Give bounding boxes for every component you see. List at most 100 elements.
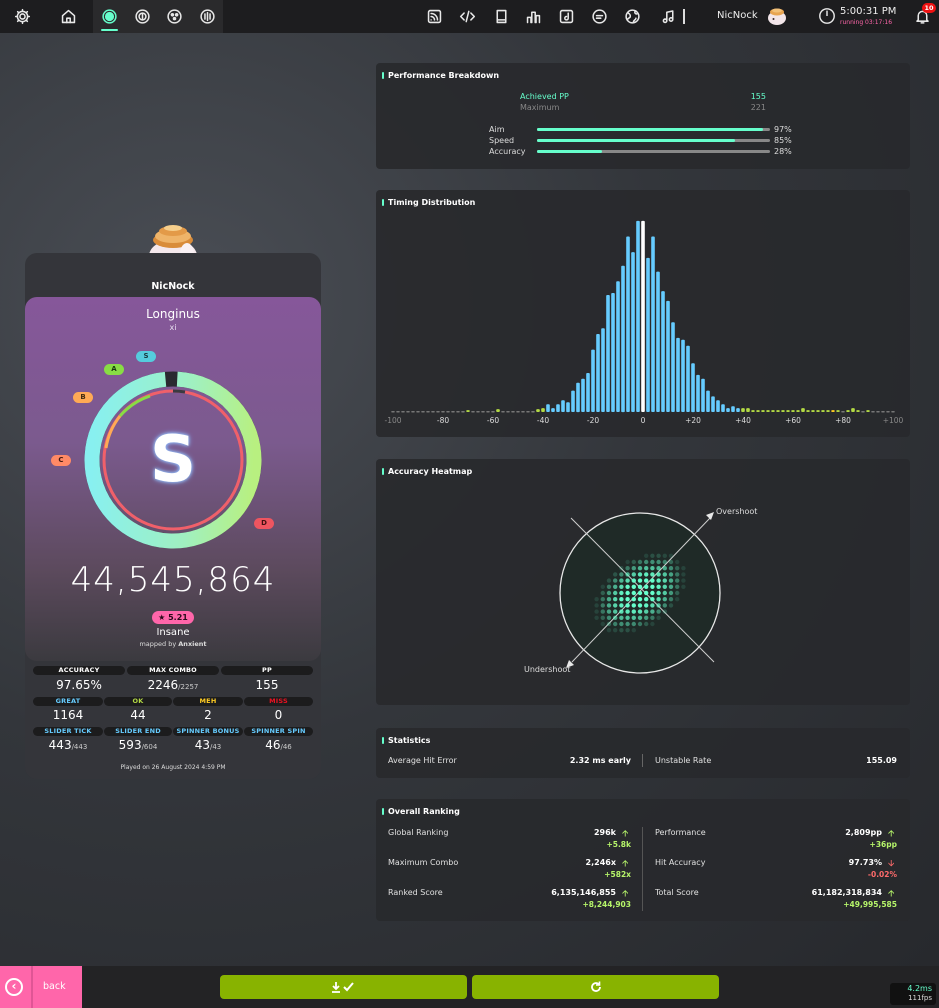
taiko-ruleset-icon[interactable] <box>126 0 159 33</box>
heatmap-dot <box>637 615 643 620</box>
histogram-bar <box>826 410 830 412</box>
heatmap-dot <box>662 609 667 614</box>
bottom-bar: ‹ back 4.2ms 111fps <box>0 966 939 1008</box>
heatmap-dot <box>675 590 680 596</box>
heatmap-dot <box>675 578 680 583</box>
rank-badge-s: S <box>136 351 156 362</box>
dev-icon[interactable] <box>451 0 484 33</box>
chat-icon[interactable] <box>583 0 616 33</box>
histogram-bar <box>886 411 890 413</box>
clock-time[interactable]: 5:00:31 PM <box>840 6 896 17</box>
rankings-icon[interactable] <box>517 0 550 33</box>
heatmap-dot <box>656 603 661 608</box>
max-combo-label: Maximum Combo <box>388 858 459 867</box>
heatmap-dot <box>668 603 674 608</box>
wiki-icon[interactable] <box>485 0 518 33</box>
toolbar-avatar[interactable] <box>765 4 789 28</box>
heatmap-dot <box>619 590 624 596</box>
fps-value: 111fps <box>908 994 932 1002</box>
beatmap-listing-icon[interactable] <box>550 0 583 33</box>
heatmap-dot <box>613 578 618 583</box>
rank-badge-a: A <box>104 364 124 375</box>
heatmap-dot <box>644 603 649 608</box>
x-tick-label: +100 <box>883 416 904 425</box>
player-name[interactable]: NicNock <box>25 281 321 292</box>
heatmap-dot <box>631 609 636 614</box>
histogram-bar <box>616 281 620 412</box>
heatmap-dot <box>594 597 599 602</box>
histogram-bar <box>716 400 720 412</box>
heatmap-dot <box>631 578 636 583</box>
clock-icon[interactable] <box>818 7 836 25</box>
mapped-by-label: mapped by <box>139 640 177 648</box>
stat-value-slider-end: 593/604 <box>104 738 172 752</box>
histogram-bar <box>761 410 765 412</box>
heatmap-dot <box>606 578 612 583</box>
histogram-bar <box>651 236 655 412</box>
histogram-bar <box>681 339 685 412</box>
histogram-bar <box>536 409 540 412</box>
heatmap-dot <box>644 578 649 583</box>
histogram-bar <box>771 410 775 412</box>
rank-badge-b: B <box>73 392 93 403</box>
max-combo-total: /2257 <box>178 683 199 691</box>
achieved-pp-value: 155 <box>750 92 766 101</box>
heatmap-dot <box>637 559 643 565</box>
heatmap-dot <box>625 566 630 571</box>
toolbar-username[interactable]: NicNock <box>717 10 758 21</box>
histogram-bar <box>446 411 450 413</box>
news-icon[interactable] <box>418 0 451 33</box>
heatmap-dot <box>606 615 612 620</box>
heatmap-dot <box>625 578 630 583</box>
heatmap-dot <box>613 609 618 614</box>
histogram-bar <box>636 220 640 412</box>
mapper-name[interactable]: Anxient <box>178 640 206 648</box>
active-ruleset-indicator <box>101 29 118 31</box>
heatmap-dot <box>656 559 661 565</box>
back-button[interactable]: ‹ back <box>0 966 82 1008</box>
export-replay-button[interactable] <box>220 975 467 999</box>
settings-icon[interactable] <box>6 0 39 33</box>
heatmap-dot <box>619 628 624 633</box>
histogram-bar <box>421 411 425 413</box>
heatmap-dot <box>625 584 630 589</box>
accuracy-bar-track <box>537 150 770 153</box>
histogram-bar <box>691 363 695 413</box>
heatmap-dot <box>644 621 649 627</box>
histogram-bar <box>721 404 725 412</box>
fps-counter: 4.2ms 111fps <box>890 983 936 1005</box>
heatmap-dot <box>650 559 655 565</box>
ranking-divider <box>642 827 643 911</box>
beatmap-title: Longinus <box>146 307 200 321</box>
heatmap-dot <box>625 603 630 608</box>
stat-header-spinner-bonus: SPINNER BONUS <box>173 727 243 736</box>
statistics-panel: Statistics Average Hit Error 2.32 ms ear… <box>376 728 910 778</box>
heatmap-dot <box>650 609 655 614</box>
heatmap-dot <box>662 590 667 596</box>
toolbar-divider <box>683 9 685 24</box>
heatmap-dot <box>637 578 643 583</box>
catch-ruleset-icon[interactable] <box>158 0 191 33</box>
histogram-bar <box>811 410 815 412</box>
heatmap-dot <box>644 553 649 558</box>
music-icon[interactable] <box>652 0 685 33</box>
histogram-bar <box>476 411 480 413</box>
home-icon[interactable] <box>52 0 85 33</box>
maximum-pp-label: Maximum <box>520 103 560 112</box>
aim-bar-fill <box>537 128 763 131</box>
heatmap-dot <box>594 609 599 614</box>
stat-value-slider-tick: 443/443 <box>33 738 103 752</box>
heatmap-dot <box>625 590 630 596</box>
histogram-bar <box>481 411 485 413</box>
heatmap-dot <box>637 609 643 614</box>
retry-button[interactable] <box>472 975 719 999</box>
mania-ruleset-icon[interactable] <box>191 0 224 33</box>
performance-label: Performance <box>655 828 706 837</box>
heatmap-dot <box>662 584 667 589</box>
heatmap-dot <box>662 597 667 602</box>
world-icon[interactable] <box>616 0 649 33</box>
retry-icon <box>590 981 601 992</box>
ranked-score-value: 6,135,146,855 <box>551 888 616 897</box>
x-tick-label: +20 <box>685 416 701 425</box>
heatmap-dot <box>600 590 605 596</box>
